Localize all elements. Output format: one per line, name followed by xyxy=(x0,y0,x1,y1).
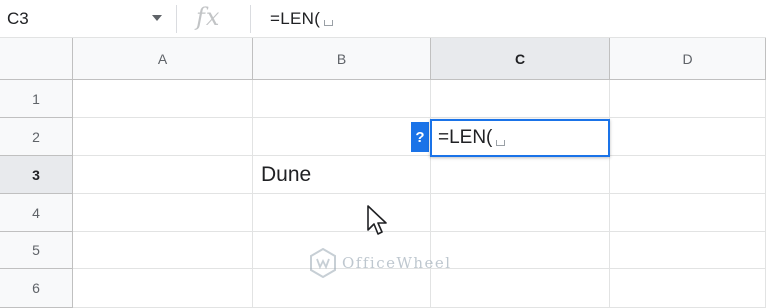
active-cell-editor[interactable]: =LEN( xyxy=(430,119,610,157)
cell-b3[interactable]: Dune xyxy=(253,156,431,194)
column-header-b[interactable]: B xyxy=(253,38,431,80)
cell-d5[interactable] xyxy=(610,232,766,269)
column-header-d[interactable]: D xyxy=(610,38,766,80)
column-header-c[interactable]: C xyxy=(431,38,610,80)
cell-d2[interactable] xyxy=(610,118,766,156)
row-header-4[interactable]: 4 xyxy=(0,194,73,232)
cell-b4[interactable] xyxy=(253,194,431,232)
select-all-corner[interactable] xyxy=(0,38,77,84)
cell-c1[interactable] xyxy=(431,80,610,118)
cell-c4[interactable] xyxy=(431,194,610,232)
cell-d1[interactable] xyxy=(610,80,766,118)
mouse-pointer-icon xyxy=(367,205,387,235)
formula-help-button[interactable]: ? xyxy=(411,122,429,152)
cell-a4[interactable] xyxy=(73,194,253,232)
space-marker-icon xyxy=(496,140,506,146)
name-box[interactable]: C3 xyxy=(0,0,168,38)
formula-input[interactable]: =LEN( xyxy=(270,0,334,38)
cell-a3[interactable] xyxy=(73,156,253,194)
cell-c3[interactable] xyxy=(431,156,610,194)
row-header-1[interactable]: 1 xyxy=(0,80,73,118)
name-box-dropdown-icon[interactable] xyxy=(152,15,162,21)
officewheel-logo-icon xyxy=(310,248,336,278)
watermark-text: OfficeWheel xyxy=(342,254,452,272)
column-header-a[interactable]: A xyxy=(73,38,253,80)
row-header-6[interactable]: 6 xyxy=(0,269,73,308)
fx-icon: fx xyxy=(196,3,221,31)
cell-b1[interactable] xyxy=(253,80,431,118)
formula-bar-divider xyxy=(250,5,251,33)
row-header-2[interactable]: 2 xyxy=(0,118,73,156)
cell-c6[interactable] xyxy=(431,269,610,308)
cell-a6[interactable] xyxy=(73,269,253,308)
cell-d6[interactable] xyxy=(610,269,766,308)
row-header-3[interactable]: 3 xyxy=(0,156,73,194)
active-cell-text: =LEN( xyxy=(438,127,493,148)
cell-a1[interactable] xyxy=(73,80,253,118)
formula-input-text: =LEN( xyxy=(270,9,321,28)
cell-a5[interactable] xyxy=(73,232,253,269)
formula-bar-divider xyxy=(176,5,177,33)
cell-c5[interactable] xyxy=(431,232,610,269)
cell-a2[interactable] xyxy=(73,118,253,156)
cell-d4[interactable] xyxy=(610,194,766,232)
formula-bar: C3 fx =LEN( xyxy=(0,0,766,38)
cell-b2[interactable] xyxy=(253,118,431,156)
watermark: OfficeWheel xyxy=(310,248,452,278)
space-marker-icon xyxy=(324,20,334,26)
row-header-5[interactable]: 5 xyxy=(0,232,73,269)
cell-d3[interactable] xyxy=(610,156,766,194)
name-box-value: C3 xyxy=(7,9,29,28)
